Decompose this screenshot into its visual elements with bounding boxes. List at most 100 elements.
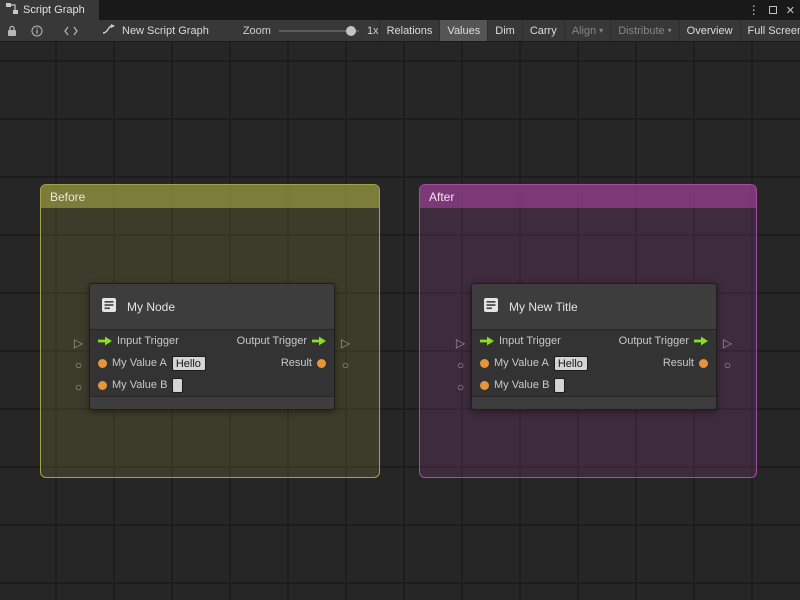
port-row-triggers: Input Trigger Output Trigger	[90, 330, 334, 352]
output-trigger-label: Output Trigger	[618, 335, 689, 347]
result-connector[interactable]: ○	[720, 358, 735, 372]
fullscreen-button[interactable]: Full Screen	[739, 20, 800, 41]
port-row-value-b: My Value B	[472, 374, 716, 396]
graph-name: New Script Graph	[92, 23, 219, 38]
kebab-menu-icon[interactable]: ⋮	[748, 3, 760, 17]
fullscreen-label: Full Screen	[747, 24, 800, 37]
info-icon[interactable]	[24, 20, 50, 41]
my-value-b-connector[interactable]: ○	[453, 380, 468, 394]
my-value-b-port: My Value B	[98, 377, 184, 393]
input-trigger-port: Input Trigger	[480, 335, 561, 347]
tab-bar: Script Graph ⋮ ✕	[0, 0, 800, 20]
overview-button[interactable]: Overview	[678, 20, 740, 41]
trigger-arrow-icon[interactable]	[312, 336, 326, 346]
my-value-a-port: My Value A Hello	[98, 355, 206, 371]
trigger-arrow-icon[interactable]	[694, 336, 708, 346]
output-trigger-connector[interactable]: ▷	[338, 336, 353, 350]
dim-button[interactable]: Dim	[487, 20, 522, 41]
align-label: Align	[571, 24, 597, 37]
output-trigger-port: Output Trigger	[237, 335, 326, 347]
group-after[interactable]: After My New Title Input Trigger Output …	[419, 184, 757, 478]
my-value-b-label: My Value B	[112, 379, 168, 391]
port-row-value-a: My Value A Hello Result	[472, 352, 716, 374]
chevron-down-icon: ▾	[599, 26, 604, 35]
tab-script-graph[interactable]: Script Graph	[0, 0, 99, 20]
zoom-value: 1x	[366, 24, 379, 37]
align-button: Align ▾	[563, 20, 610, 41]
output-trigger-connector[interactable]: ▷	[720, 336, 735, 350]
script-graph-tab-icon	[6, 3, 18, 17]
my-value-a-label: My Value A	[494, 357, 549, 369]
result-connector[interactable]: ○	[338, 358, 353, 372]
tab-title: Script Graph	[23, 4, 85, 16]
unit-icon	[482, 296, 500, 317]
group-before-header[interactable]: Before	[41, 185, 379, 208]
value-port-icon[interactable]	[317, 358, 326, 368]
input-trigger-connector[interactable]: ▷	[71, 336, 86, 350]
zoom-slider[interactable]	[278, 25, 359, 36]
output-trigger-port: Output Trigger	[619, 335, 708, 347]
my-value-a-connector[interactable]: ○	[71, 358, 86, 372]
my-value-a-port: My Value A Hello	[480, 355, 588, 371]
my-value-b-connector[interactable]: ○	[71, 380, 86, 394]
node-my-node[interactable]: My Node Input Trigger Output Trigger My …	[74, 283, 350, 410]
maximize-icon[interactable]	[768, 6, 777, 14]
port-row-value-b: My Value B	[90, 374, 334, 396]
input-trigger-connector[interactable]: ▷	[453, 336, 468, 350]
node-title: My New Title	[509, 299, 578, 314]
output-trigger-label: Output Trigger	[236, 335, 307, 347]
input-trigger-label: Input Trigger	[499, 335, 561, 347]
unit-icon	[100, 296, 118, 317]
zoom-slider-handle[interactable]	[345, 25, 356, 36]
result-port: Result	[663, 357, 708, 369]
distribute-label: Distribute	[618, 24, 665, 37]
node-body: Input Trigger Output Trigger My Value A …	[90, 330, 334, 396]
values-button[interactable]: Values	[439, 20, 488, 41]
lock-icon[interactable]	[0, 20, 24, 41]
relations-button[interactable]: Relations	[378, 20, 440, 41]
dim-label: Dim	[495, 24, 515, 37]
node-footer	[472, 396, 716, 409]
my-value-a-input[interactable]: Hello	[171, 355, 206, 371]
my-value-b-port: My Value B	[480, 377, 566, 393]
value-port-icon[interactable]	[98, 358, 107, 368]
input-trigger-label: Input Trigger	[117, 335, 179, 347]
window-controls: ⋮ ✕	[748, 0, 795, 20]
graph-name-label: New Script Graph	[122, 24, 209, 37]
my-value-a-connector[interactable]: ○	[453, 358, 468, 372]
port-row-triggers: Input Trigger Output Trigger	[472, 330, 716, 352]
group-before[interactable]: Before My Node Input Trigger Output Trig…	[40, 184, 380, 478]
distribute-button: Distribute ▾	[610, 20, 678, 41]
relations-label: Relations	[386, 24, 433, 37]
node-body: Input Trigger Output Trigger My Value A …	[472, 330, 716, 396]
group-after-header[interactable]: After	[420, 185, 756, 208]
my-value-b-input[interactable]	[172, 377, 184, 393]
result-port: Result	[281, 357, 326, 369]
my-value-a-input[interactable]: Hello	[553, 355, 588, 371]
code-icon[interactable]	[50, 20, 92, 41]
values-label: Values	[447, 24, 481, 37]
result-label: Result	[280, 357, 312, 369]
value-port-icon[interactable]	[480, 380, 489, 390]
port-row-value-a: My Value A Hello Result	[90, 352, 334, 374]
value-port-icon[interactable]	[98, 380, 107, 390]
zoom-label: Zoom	[242, 24, 271, 37]
my-value-b-input[interactable]	[554, 377, 566, 393]
close-icon[interactable]: ✕	[786, 4, 795, 17]
trigger-arrow-icon[interactable]	[480, 336, 494, 346]
node-header[interactable]: My New Title	[472, 284, 716, 330]
node-my-new-title[interactable]: My New Title Input Trigger Output Trigge…	[456, 283, 732, 410]
overview-label: Overview	[686, 24, 733, 37]
chevron-down-icon: ▾	[667, 26, 672, 35]
value-port-icon[interactable]	[699, 358, 708, 368]
trigger-arrow-icon[interactable]	[98, 336, 112, 346]
result-label: Result	[662, 357, 694, 369]
graph-toolbar: New Script Graph Zoom 1x Relations Value…	[0, 20, 800, 42]
node-header[interactable]: My Node	[90, 284, 334, 330]
node-title: My Node	[127, 299, 176, 314]
zoom-control: Zoom 1x	[243, 25, 379, 37]
value-port-icon[interactable]	[480, 358, 489, 368]
carry-button[interactable]: Carry	[521, 20, 564, 41]
input-trigger-port: Input Trigger	[98, 335, 179, 347]
graph-canvas[interactable]: Before My Node Input Trigger Output Trig…	[0, 42, 800, 600]
